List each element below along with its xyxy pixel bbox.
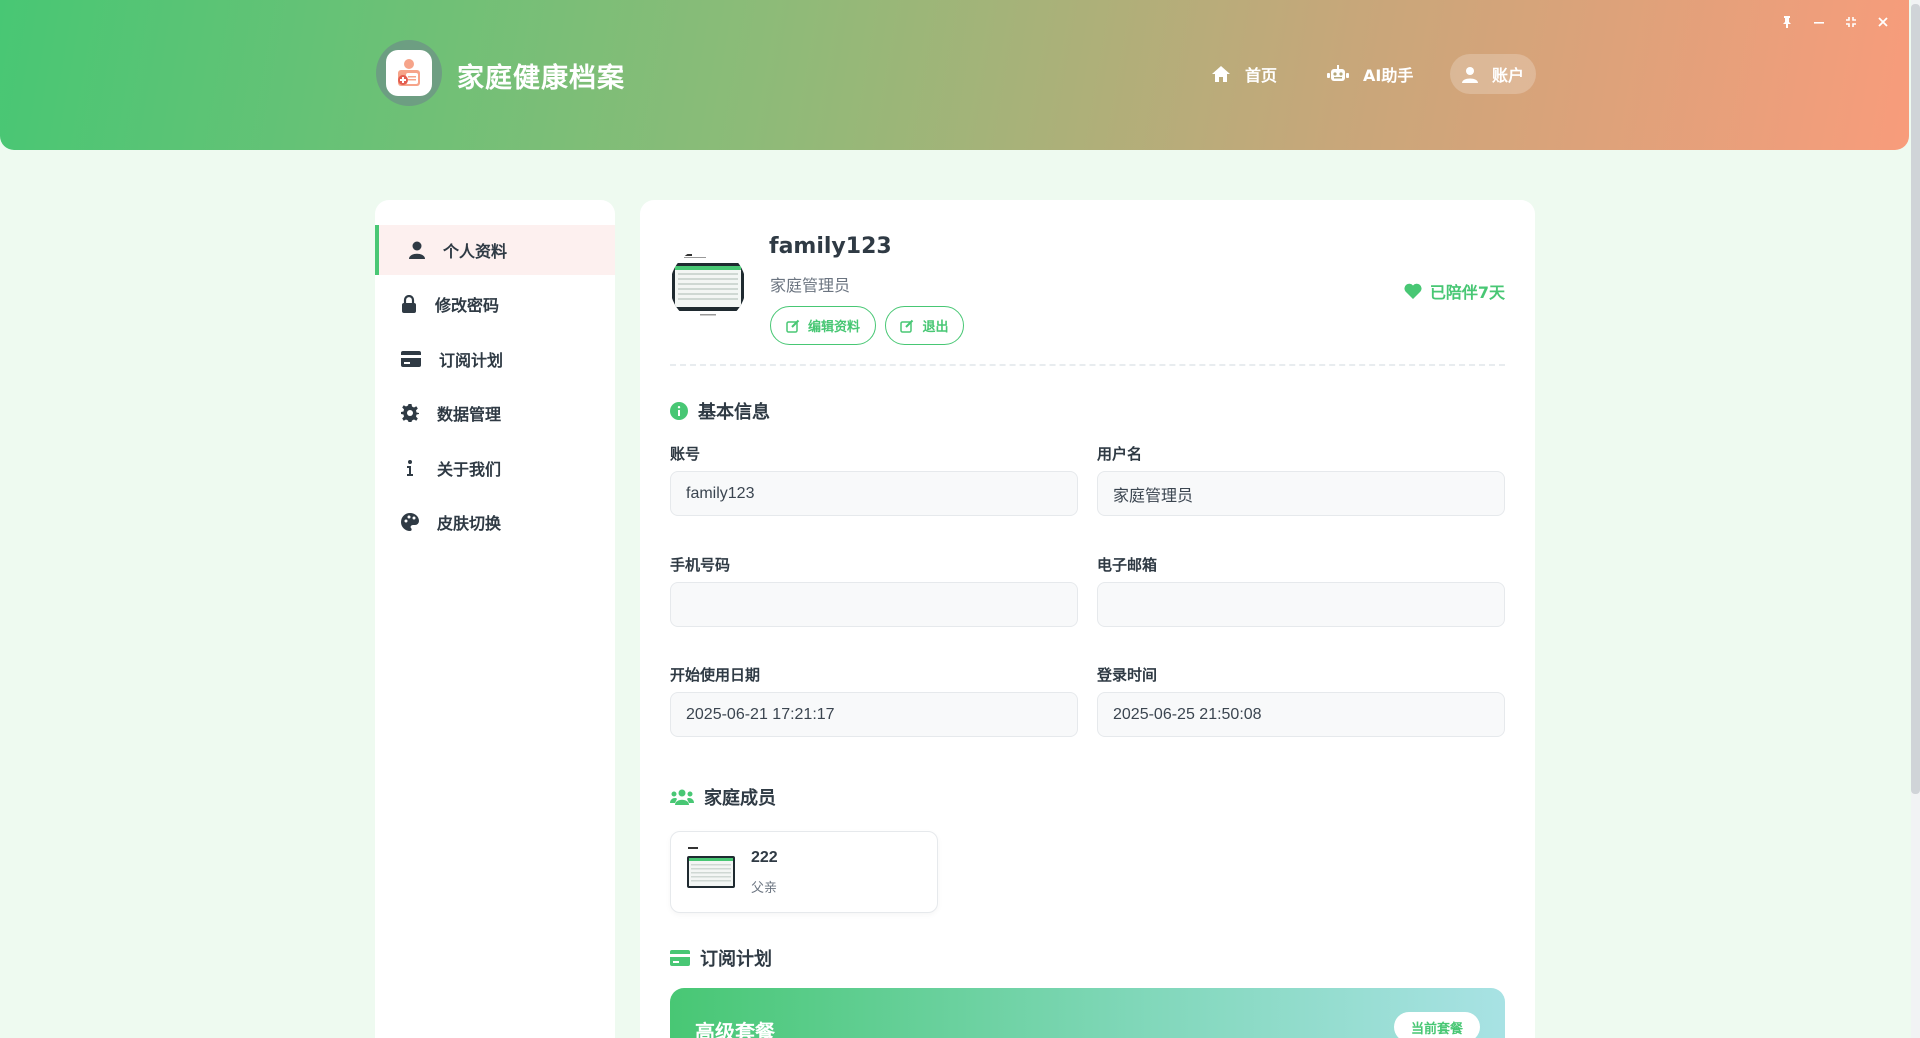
heart-icon [1404,283,1422,299]
info-icon [407,460,413,476]
nav-home-label: 首页 [1245,66,1278,85]
nav-ai-assistant[interactable]: AI助手 [1327,54,1413,94]
member-relation: 父亲 [751,881,778,896]
username-field[interactable] [1097,471,1505,516]
users-icon [670,789,694,805]
gear-icon [401,404,419,422]
edit-icon [900,319,914,333]
sidebar-item-profile[interactable]: 个人资料 [375,225,615,275]
sidebar-item-label: 个人资料 [443,242,508,261]
account-field[interactable] [670,471,1078,516]
close-icon[interactable] [1867,16,1899,32]
credit-card-icon [401,351,421,367]
subscription-title: 订阅计划 [670,945,772,971]
credit-card-icon [670,950,690,966]
user-icon [1461,66,1478,83]
settings-sidebar: 个人资料 修改密码 订阅计划 数据管理 关于我们 皮肤切换 [375,200,615,1038]
sidebar-item-about[interactable]: 关于我们 [375,443,615,493]
username-label: 用户名 [1097,445,1143,463]
minimize-icon[interactable] [1803,16,1835,32]
nav-account[interactable]: 账户 [1450,54,1536,94]
pin-icon[interactable] [1771,16,1803,32]
section-label: 订阅计划 [700,949,772,970]
sidebar-item-label: 关于我们 [437,460,502,479]
login-time-label: 登录时间 [1097,666,1158,684]
robot-icon [1327,65,1349,81]
profile-panel: family123 家庭管理员 编辑资料 退出 已陪伴7天 基本信息 账号 用户… [640,200,1535,1038]
companion-label: 已陪伴7天 [1429,283,1505,302]
companion-days: 已陪伴7天 [1404,279,1505,303]
subscription-plan-card: 高级套餐 当前套餐 [670,988,1505,1038]
avatar[interactable] [670,248,746,324]
app-logo[interactable] [376,40,442,106]
top-header: 家庭健康档案 首页 AI助手 账户 [0,0,1909,150]
nav-ai-label: AI助手 [1363,66,1414,85]
user-icon [409,241,425,259]
section-label: 家庭成员 [704,788,776,809]
account-label: 账号 [670,445,701,463]
profile-role: 家庭管理员 [770,276,851,295]
email-label: 电子邮箱 [1097,556,1158,574]
edit-icon [786,319,800,333]
login-time-field[interactable] [1097,692,1505,737]
edit-profile-button[interactable]: 编辑资料 [770,306,876,345]
section-label: 基本信息 [698,402,770,423]
restore-icon[interactable] [1835,16,1867,32]
plan-name: 高级套餐 [695,1020,775,1038]
phone-field[interactable] [670,582,1078,627]
email-field[interactable] [1097,582,1505,627]
sidebar-item-label: 订阅计划 [439,351,504,370]
profile-username: family123 [769,234,892,259]
start-date-label: 开始使用日期 [670,666,761,684]
health-record-icon [386,50,432,96]
sidebar-item-password[interactable]: 修改密码 [375,279,615,329]
sidebar-item-label: 修改密码 [435,296,500,315]
member-name: 222 [751,849,778,866]
lock-icon [402,295,416,313]
sidebar-item-theme[interactable]: 皮肤切换 [375,497,615,547]
home-icon [1212,66,1230,82]
scrollbar-thumb[interactable] [1911,4,1920,794]
family-title: 家庭成员 [670,784,776,810]
edit-profile-label: 编辑资料 [807,320,860,335]
family-member-card[interactable]: 222 父亲 [670,831,938,913]
sidebar-item-label: 数据管理 [437,405,502,424]
sidebar-item-data[interactable]: 数据管理 [375,388,615,438]
app-title: 家庭健康档案 [457,63,625,94]
logout-button[interactable]: 退出 [885,306,964,345]
window-controls [1771,16,1899,32]
sidebar-item-label: 皮肤切换 [437,514,502,533]
divider [670,364,1505,366]
basic-info-title: 基本信息 [670,398,770,424]
sidebar-item-subscription[interactable]: 订阅计划 [375,334,615,384]
start-date-field[interactable] [670,692,1078,737]
phone-label: 手机号码 [670,556,731,574]
member-avatar [687,846,735,894]
nav-account-label: 账户 [1491,66,1524,85]
nav-home[interactable]: 首页 [1211,54,1277,94]
info-circle-icon [670,402,688,420]
palette-icon [401,513,419,531]
current-plan-badge: 当前套餐 [1394,1012,1480,1038]
logout-label: 退出 [922,320,949,335]
